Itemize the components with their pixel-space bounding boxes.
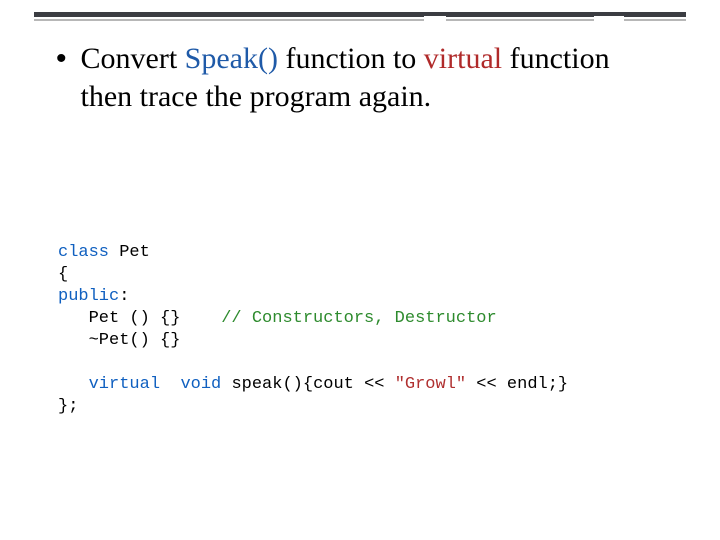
- code-kw-public: public: [58, 287, 119, 306]
- text-virtual-kw: virtual: [424, 42, 502, 75]
- code-text: Pet () {}: [58, 309, 221, 328]
- divider-light: [34, 19, 686, 21]
- code-kw-class: class: [58, 243, 109, 262]
- bullet-item: • Convert Speak() function to virtual fu…: [58, 40, 662, 116]
- code-indent: [58, 375, 89, 394]
- code-block: class Pet { public: Pet () {} // Constru…: [58, 220, 568, 418]
- code-text: };: [58, 397, 78, 416]
- code-text: Pet: [109, 243, 150, 262]
- code-text: {: [58, 265, 68, 284]
- slide: • Convert Speak() function to virtual fu…: [0, 0, 720, 540]
- code-string: "Growl": [395, 375, 466, 394]
- code-kw-void: void: [180, 375, 221, 394]
- code-text: speak(){cout <<: [221, 375, 394, 394]
- divider-break: [424, 16, 446, 22]
- code-text: :: [119, 287, 129, 306]
- content-area: • Convert Speak() function to virtual fu…: [58, 40, 662, 116]
- code-gap: [160, 375, 180, 394]
- bullet-marker: •: [56, 40, 67, 78]
- code-kw-virtual: virtual: [89, 375, 160, 394]
- code-text: ~Pet() {}: [58, 331, 180, 350]
- top-divider: [34, 12, 686, 22]
- text-mid1: function to: [278, 42, 424, 75]
- code-comment: // Constructors, Destructor: [221, 309, 496, 328]
- code-text: << endl;}: [466, 375, 568, 394]
- bullet-text: Convert Speak() function to virtual func…: [81, 40, 662, 116]
- text-speak-fn: Speak(): [185, 42, 278, 75]
- divider-break: [594, 16, 624, 22]
- text-pre: Convert: [81, 42, 185, 75]
